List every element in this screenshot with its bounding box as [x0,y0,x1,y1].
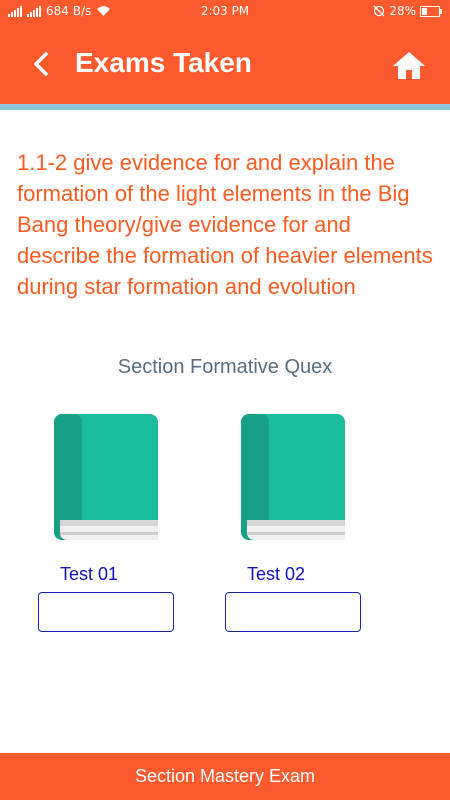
status-bar: 684 B/s 2:03 PM 28% [0,0,450,22]
app-bar-divider [0,104,450,110]
section-mastery-exam-button[interactable]: Section Mastery Exam [0,753,450,800]
alarm-off-icon [373,5,385,17]
book-icon[interactable] [54,414,160,542]
status-right: 28% [373,4,442,18]
chevron-left-icon[interactable] [28,50,56,78]
app-bar: Exams Taken [0,22,450,104]
battery-icon [420,5,442,17]
section-title: Section Formative Quex [117,356,333,378]
topic-heading: 1.1-2 give evidence for and explain the … [17,150,433,299]
test-label: Test 01 [60,564,119,584]
test-card: Test 02 [225,414,385,634]
test-label: Test 02 [247,564,306,584]
test-score-field[interactable] [225,592,361,632]
page-title: Exams Taken [75,47,252,78]
home-icon[interactable] [392,50,426,80]
test-card: Test 01 [38,414,198,634]
test-score-field[interactable] [38,592,174,632]
battery-percent: 28% [389,4,416,18]
book-icon[interactable] [241,414,347,542]
